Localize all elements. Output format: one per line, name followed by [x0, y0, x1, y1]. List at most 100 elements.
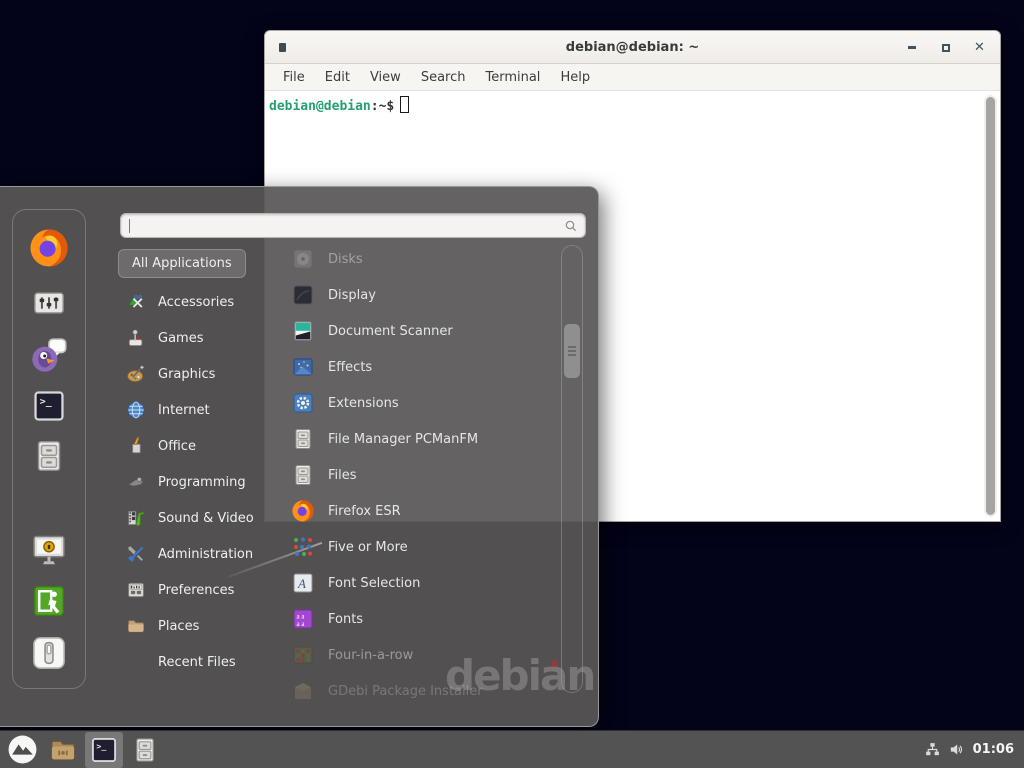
- shutdown-icon: [30, 634, 68, 672]
- terminal-menu-search[interactable]: Search: [411, 66, 476, 89]
- taskbar: >_ 01:06: [0, 730, 1024, 768]
- taskbar-files-button[interactable]: [126, 732, 164, 768]
- svg-text:a a: a a: [297, 620, 306, 628]
- places-icon: [126, 616, 146, 636]
- sound-video-icon: [126, 508, 146, 528]
- network-icon[interactable]: [924, 741, 941, 758]
- app-item-fonts[interactable]: a aa aFonts: [281, 601, 557, 637]
- five-or-more-icon: [291, 535, 315, 559]
- category-internet[interactable]: Internet: [118, 392, 278, 428]
- volume-icon[interactable]: [948, 741, 965, 758]
- pidgin-icon: [29, 335, 69, 375]
- terminal-menu-view[interactable]: View: [360, 66, 411, 89]
- games-icon: [126, 328, 146, 348]
- app-item-five-or-more[interactable]: Five or More: [281, 529, 557, 565]
- display-icon: [291, 283, 315, 307]
- system-tray: [924, 741, 965, 758]
- application-list: DisksDisplayDocument ScannerEffectsExten…: [281, 241, 557, 705]
- app-item-file-manager-pcmanfm[interactable]: File Manager PCManFM: [281, 421, 557, 457]
- app-item-firefox-esr[interactable]: Firefox ESR: [281, 493, 557, 529]
- terminal-icon: >_: [90, 736, 118, 764]
- category-administration[interactable]: Administration: [118, 536, 278, 572]
- desktop: debian@debian: ~ ✕ FileEditViewSearchTer…: [0, 0, 1024, 768]
- category-accessories[interactable]: Accessories: [118, 284, 278, 320]
- favorite-file-manager[interactable]: [29, 436, 69, 476]
- terminal-titlebar[interactable]: debian@debian: ~ ✕: [265, 31, 1000, 64]
- category-office[interactable]: Office: [118, 428, 278, 464]
- app-item-files[interactable]: Files: [281, 457, 557, 493]
- application-menu: debian >_ All ApplicationsAccessoriesGam…: [0, 186, 599, 727]
- app-item-display[interactable]: Display: [281, 277, 557, 313]
- fonts-icon: a aa a: [291, 607, 315, 631]
- terminal-menubar: FileEditViewSearchTerminalHelp: [265, 64, 1000, 91]
- taskbar-clock: 01:06: [973, 742, 1014, 757]
- terminal-menu-edit[interactable]: Edit: [315, 66, 360, 89]
- window-controls: ✕: [905, 31, 986, 64]
- cabinet-icon: [131, 736, 159, 764]
- app-item-document-scanner[interactable]: Document Scanner: [281, 313, 557, 349]
- prompt-separator: :: [371, 99, 379, 114]
- document-scanner-icon: [291, 319, 315, 343]
- favorite-logout[interactable]: [29, 581, 69, 621]
- administration-icon: [126, 544, 146, 564]
- app-item-font-selection[interactable]: AFont Selection: [281, 565, 557, 601]
- category-graphics[interactable]: Graphics: [118, 356, 278, 392]
- favorite-lock-screen[interactable]: [29, 530, 69, 570]
- menu-logo-icon: [7, 734, 38, 765]
- terminal-menu-help[interactable]: Help: [550, 66, 600, 89]
- terminal-scrollbar-thumb[interactable]: [986, 97, 995, 515]
- minimize-button[interactable]: [905, 41, 918, 54]
- favorite-firefox[interactable]: [29, 228, 69, 268]
- disks-icon: [291, 247, 315, 271]
- gdebi-icon: [291, 679, 315, 703]
- terminal-icon: >_: [32, 389, 66, 423]
- office-icon: [126, 436, 146, 456]
- prompt-symbol: $: [386, 99, 394, 114]
- app-item-four-in-a-row[interactable]: Four-in-a-row: [281, 637, 557, 673]
- search-text-cursor: [129, 219, 130, 233]
- terminal-scrollbar[interactable]: [984, 95, 997, 517]
- extensions-icon: [291, 391, 315, 415]
- category-sound-video[interactable]: Sound & Video: [118, 500, 278, 536]
- category-programming[interactable]: Programming: [118, 464, 278, 500]
- file-manager-icon: [31, 438, 67, 474]
- category-all-applications[interactable]: All Applications: [118, 249, 246, 278]
- terminal-menu-terminal[interactable]: Terminal: [475, 66, 550, 89]
- control-center-icon: [32, 286, 66, 320]
- app-item-disks[interactable]: Disks: [281, 241, 557, 277]
- terminal-menu-file[interactable]: File: [273, 66, 315, 89]
- favorite-control-center[interactable]: [29, 283, 69, 323]
- internet-icon: [126, 400, 146, 420]
- app-item-gdebi-package-installer[interactable]: GDebi Package Installer: [281, 673, 557, 705]
- svg-text:A: A: [297, 576, 306, 591]
- firefox-icon: [28, 227, 70, 269]
- category-recent-files[interactable]: Recent Files: [118, 644, 278, 680]
- application-list-scrollbar-thumb[interactable]: [564, 324, 580, 378]
- maximize-button[interactable]: [939, 41, 952, 54]
- taskbar-file-manager-folder-button[interactable]: [44, 732, 82, 768]
- cabinet-icon: [291, 427, 315, 451]
- app-item-extensions[interactable]: Extensions: [281, 385, 557, 421]
- tb-folder-icon: [49, 736, 77, 764]
- favorites-column: >_: [12, 209, 86, 689]
- taskbar-terminal-button[interactable]: >_: [85, 732, 123, 768]
- menu-search-box[interactable]: [120, 213, 586, 238]
- svg-text:>_: >_: [96, 740, 106, 750]
- effects-icon: [291, 355, 315, 379]
- font-selection-icon: A: [291, 571, 315, 595]
- application-list-scrollbar[interactable]: [561, 245, 583, 693]
- window-menu-icon[interactable]: [279, 43, 286, 52]
- favorite-shutdown[interactable]: [29, 633, 69, 673]
- search-input[interactable]: [129, 215, 549, 236]
- taskbar-menu-button[interactable]: [3, 732, 41, 768]
- app-item-effects[interactable]: Effects: [281, 349, 557, 385]
- category-games[interactable]: Games: [118, 320, 278, 356]
- preferences-icon: [126, 580, 146, 600]
- category-places[interactable]: Places: [118, 608, 278, 644]
- close-button[interactable]: ✕: [973, 41, 986, 54]
- category-preferences[interactable]: Preferences: [118, 572, 278, 608]
- logout-icon: [31, 583, 67, 619]
- favorite-terminal[interactable]: >_: [29, 386, 69, 426]
- cabinet-icon: [291, 463, 315, 487]
- favorite-pidgin[interactable]: [29, 335, 69, 375]
